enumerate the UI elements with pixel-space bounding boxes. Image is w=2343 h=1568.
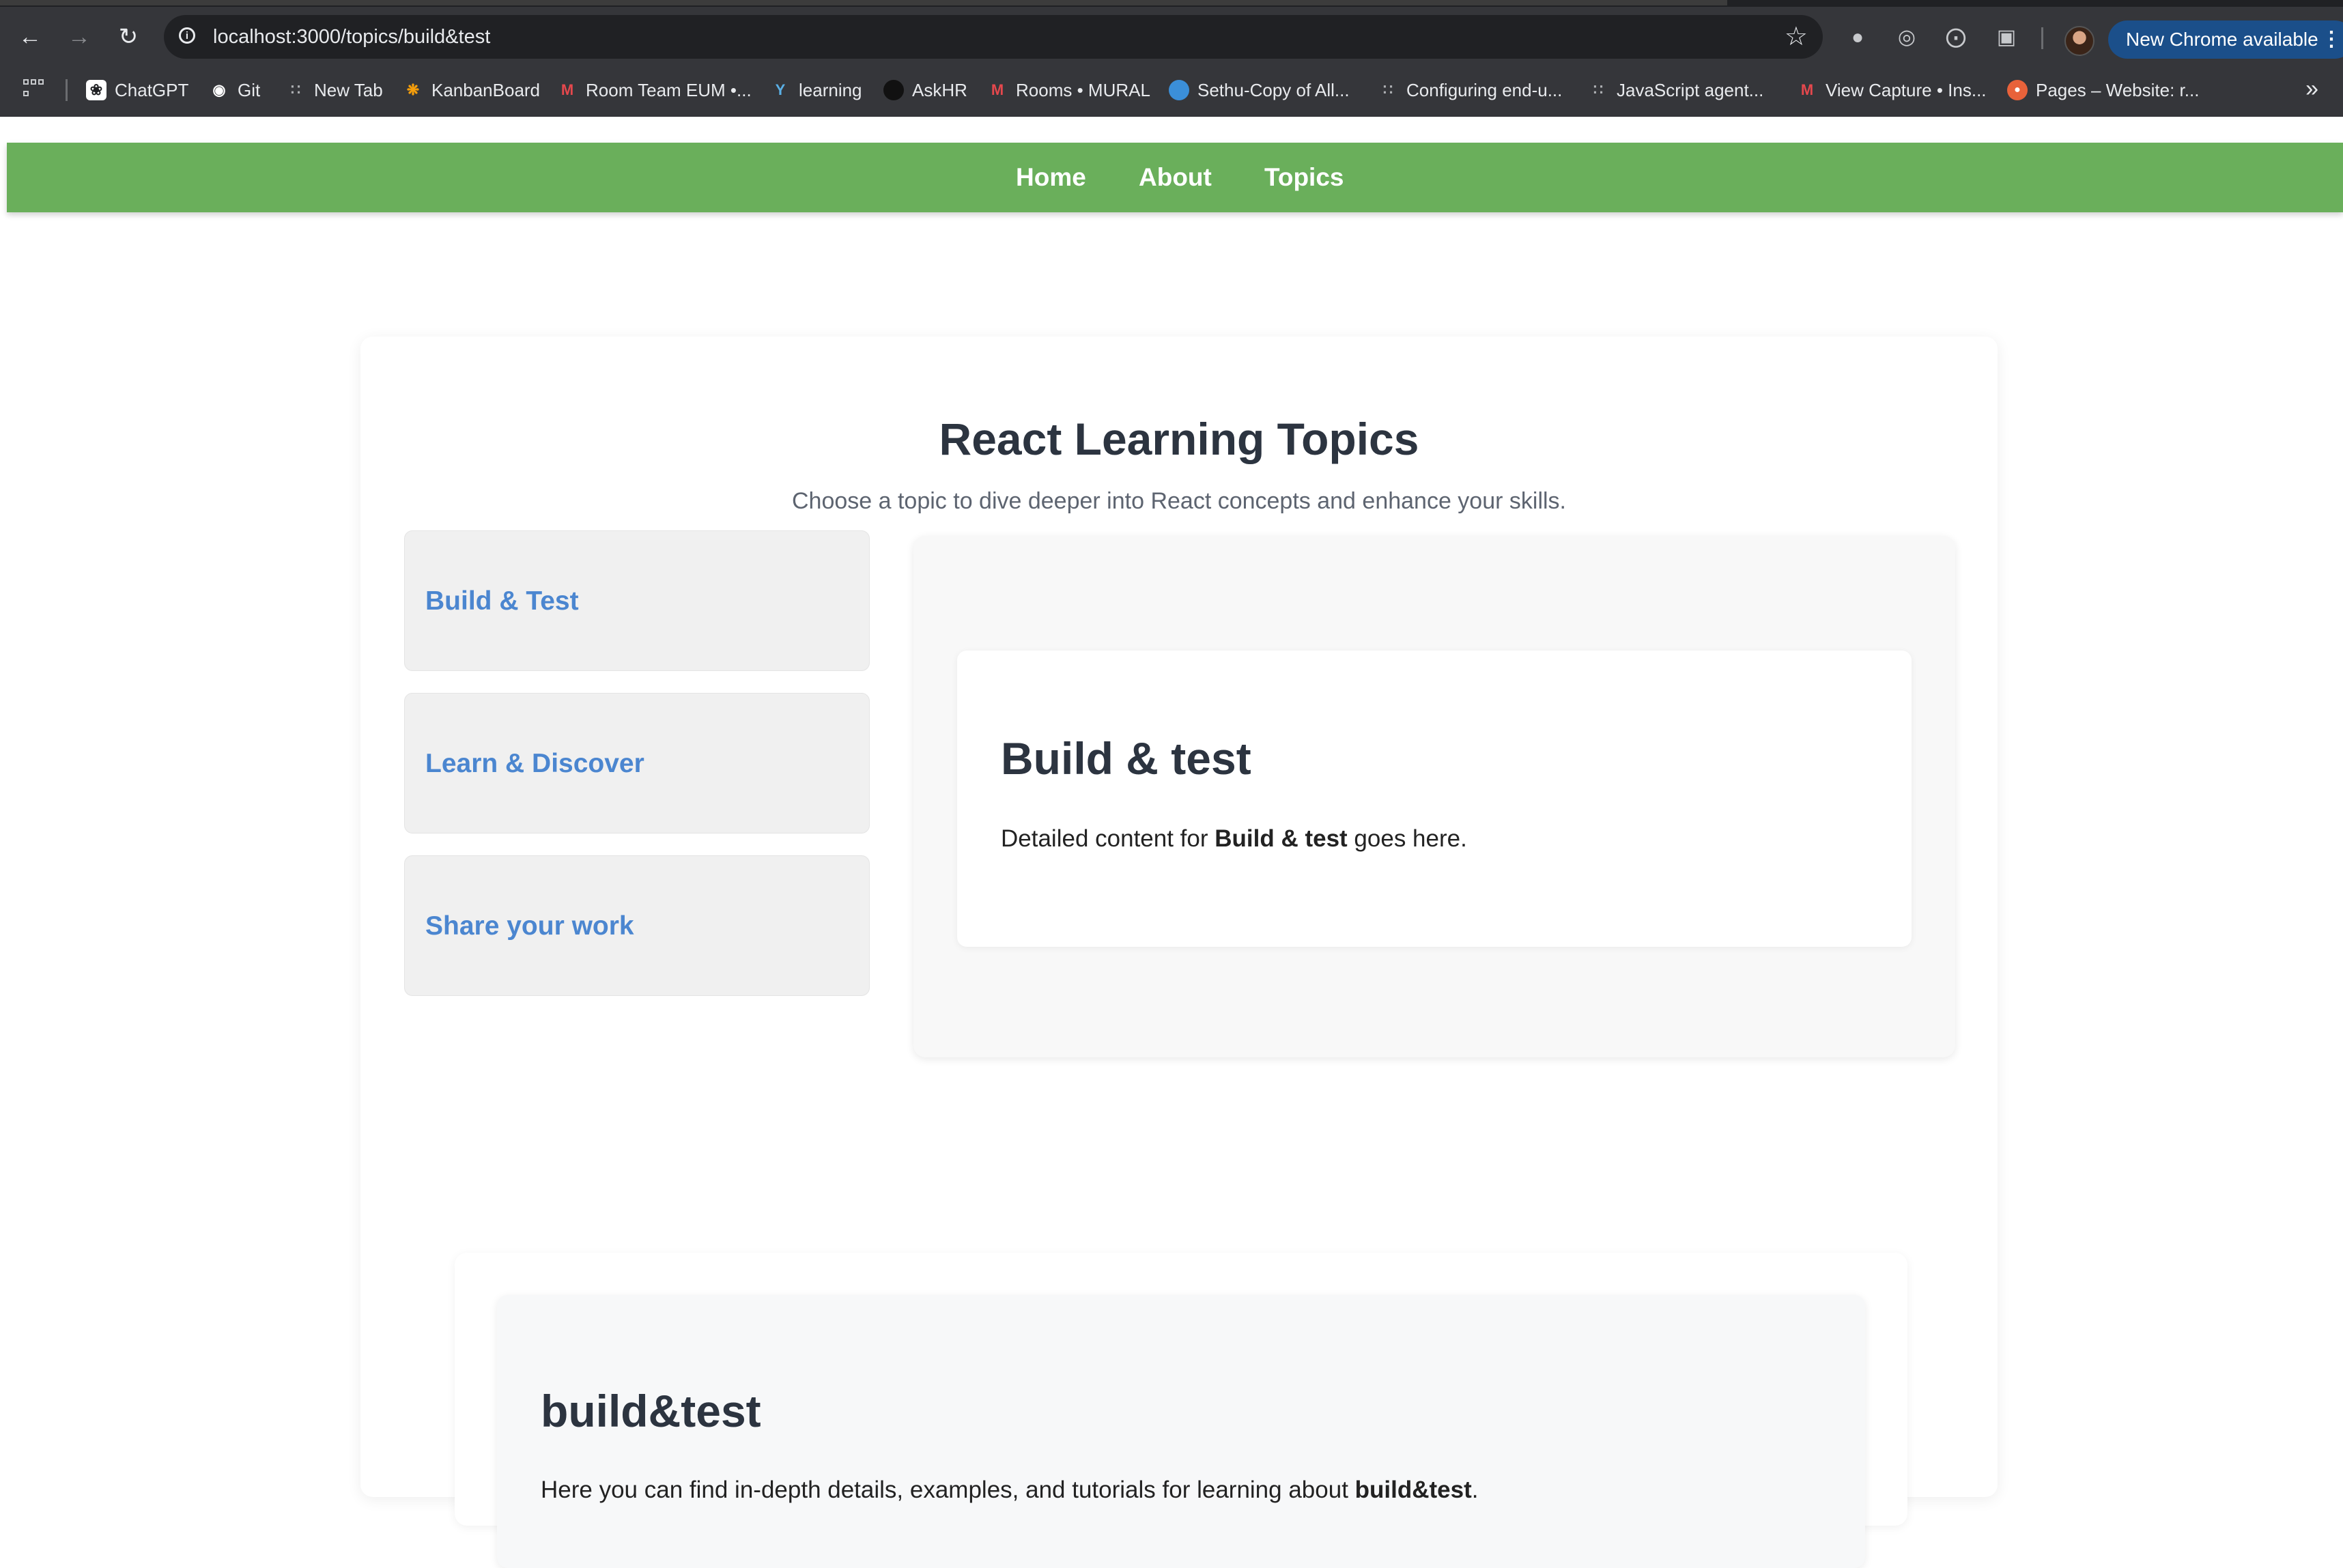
bookmark-label: ChatGPT — [115, 79, 189, 100]
mural-icon: M — [1800, 81, 1814, 98]
topic-build-test[interactable]: Build & Test — [404, 530, 870, 671]
toolbar-divider — [2041, 27, 2043, 49]
topic-label: Build & Test — [425, 586, 579, 616]
bookmark-learning[interactable]: Y learning — [770, 76, 862, 104]
bookmark-room-team[interactable]: M Room Team EUM •... — [557, 76, 752, 104]
topic-learn-discover[interactable]: Learn & Discover — [404, 693, 870, 833]
nav-link-about[interactable]: About — [1139, 143, 1212, 212]
learning-icon: Y — [775, 81, 786, 98]
topics-card: React Learning Topics Choose a topic to … — [360, 337, 1998, 1568]
topic-page-title: build&test — [541, 1386, 761, 1436]
bookmark-label: View Capture • Ins... — [1826, 79, 1987, 100]
bookmark-view-capture[interactable]: M View Capture • Ins... — [1797, 76, 1987, 104]
nav-link-home[interactable]: Home — [1016, 143, 1086, 212]
detail-text: Detailed content for Build & test goes h… — [1001, 825, 1467, 852]
url-text[interactable]: localhost:3000/topics/build&test — [213, 25, 490, 49]
bookmark-label: Rooms • MURAL — [1016, 79, 1150, 100]
bookmarks-bar: ❀ ChatGPT ◉ Git ∷ New Tab ❋ KanbanBoard … — [0, 64, 2343, 117]
more-bookmarks-icon[interactable]: » — [2305, 74, 2318, 104]
bookmark-label: Configuring end-u... — [1406, 79, 1563, 100]
bookmark-git[interactable]: ◉ Git — [209, 76, 260, 104]
chrome-menu-icon[interactable]: ⋮ — [2321, 20, 2342, 59]
askhr-icon — [883, 80, 904, 100]
bookmark-label: Sethu-Copy of All... — [1197, 79, 1350, 100]
back-icon[interactable]: ← — [15, 22, 45, 52]
nav-link-topics[interactable]: Topics — [1264, 143, 1344, 212]
chatgpt-icon: ❀ — [86, 80, 106, 100]
target-extension-icon[interactable]: ◎ — [1897, 27, 1917, 48]
bookmark-new-tab[interactable]: ∷ New Tab — [285, 76, 383, 104]
bookmark-label: JavaScript agent... — [1617, 79, 1764, 100]
doc-icon: ∷ — [1593, 81, 1603, 98]
bookmarks-divider — [66, 79, 68, 101]
doc-icon: ∷ — [1383, 81, 1393, 98]
apps-grid-icon[interactable] — [23, 79, 44, 100]
bookmark-label: AskHR — [912, 79, 967, 100]
active-tab[interactable] — [0, 0, 1727, 5]
page-viewport: Home About Topics React Learning Topics … — [0, 117, 2343, 1568]
tab-icon: ∷ — [291, 81, 300, 98]
password-manager-icon[interactable]: ● — [1847, 27, 1868, 48]
topic-detail-panel: Build & test Detailed content for Build … — [913, 536, 1955, 1057]
page-title: React Learning Topics — [939, 414, 1419, 464]
mural-icon: M — [560, 81, 574, 98]
pages-icon: ● — [2007, 80, 2028, 100]
topic-label: Learn & Discover — [425, 749, 644, 778]
bookmark-chatgpt[interactable]: ❀ ChatGPT — [86, 76, 188, 104]
tab-strip — [0, 0, 2343, 7]
forward-icon[interactable]: → — [64, 22, 94, 52]
site-navbar: Home About Topics — [7, 143, 2343, 212]
browser-toolbar: ← → ↻ i localhost:3000/topics/build&test… — [0, 7, 2343, 64]
bookmark-kanbanboard[interactable]: ❋ KanbanBoard — [403, 76, 540, 104]
update-label: New Chrome available — [2126, 29, 2318, 50]
chrome-update-button[interactable]: New Chrome available — [2108, 20, 2343, 59]
bookmark-star-icon[interactable]: ☆ — [1785, 22, 1808, 52]
bookmark-label: learning — [799, 79, 862, 100]
bookmark-configuring[interactable]: ∷ Configuring end-u... — [1378, 76, 1562, 104]
topic-page-inner: build&test Here you can find in-depth de… — [497, 1295, 1865, 1568]
puzzle-extensions-icon[interactable]: ▣ — [1996, 27, 2017, 48]
address-bar[interactable]: i localhost:3000/topics/build&test ☆ — [164, 15, 1823, 59]
github-icon: ◉ — [209, 80, 229, 100]
bookmark-label: New Tab — [314, 79, 383, 100]
bookmark-label: Room Team EUM •... — [586, 79, 752, 100]
site-info-icon[interactable]: i — [179, 27, 195, 44]
topic-detail-card: Build & test Detailed content for Build … — [957, 651, 1912, 947]
detail-title: Build & test — [1001, 733, 1251, 784]
salesforce-icon — [1169, 80, 1189, 100]
mural-icon: M — [991, 81, 1004, 98]
kanban-icon: ❋ — [406, 81, 420, 98]
bookmark-label: KanbanBoard — [431, 79, 541, 100]
topic-page-card: build&test Here you can find in-depth de… — [455, 1253, 1907, 1568]
topic-share-work[interactable]: Share your work — [404, 855, 870, 996]
profile-avatar[interactable] — [2064, 26, 2094, 56]
bookmark-pages-website[interactable]: ● Pages – Website: r... — [2007, 76, 2199, 104]
bookmark-rooms-mural[interactable]: M Rooms • MURAL — [987, 76, 1150, 104]
bookmark-sethu[interactable]: Sethu-Copy of All... — [1169, 76, 1350, 104]
compass-extension-icon[interactable]: ⨀ — [1946, 27, 1966, 48]
bookmark-askhr[interactable]: AskHR — [883, 76, 967, 104]
topic-page-text: Here you can find in-depth details, exam… — [541, 1477, 1479, 1503]
bookmark-javascript-agent[interactable]: ∷ JavaScript agent... — [1588, 76, 1763, 104]
bookmark-label: Git — [238, 79, 261, 100]
topic-label: Share your work — [425, 911, 634, 941]
reload-icon[interactable]: ↻ — [113, 22, 143, 52]
bookmark-label: Pages – Website: r... — [2036, 79, 2200, 100]
page-subtitle: Choose a topic to dive deeper into React… — [791, 488, 1567, 514]
